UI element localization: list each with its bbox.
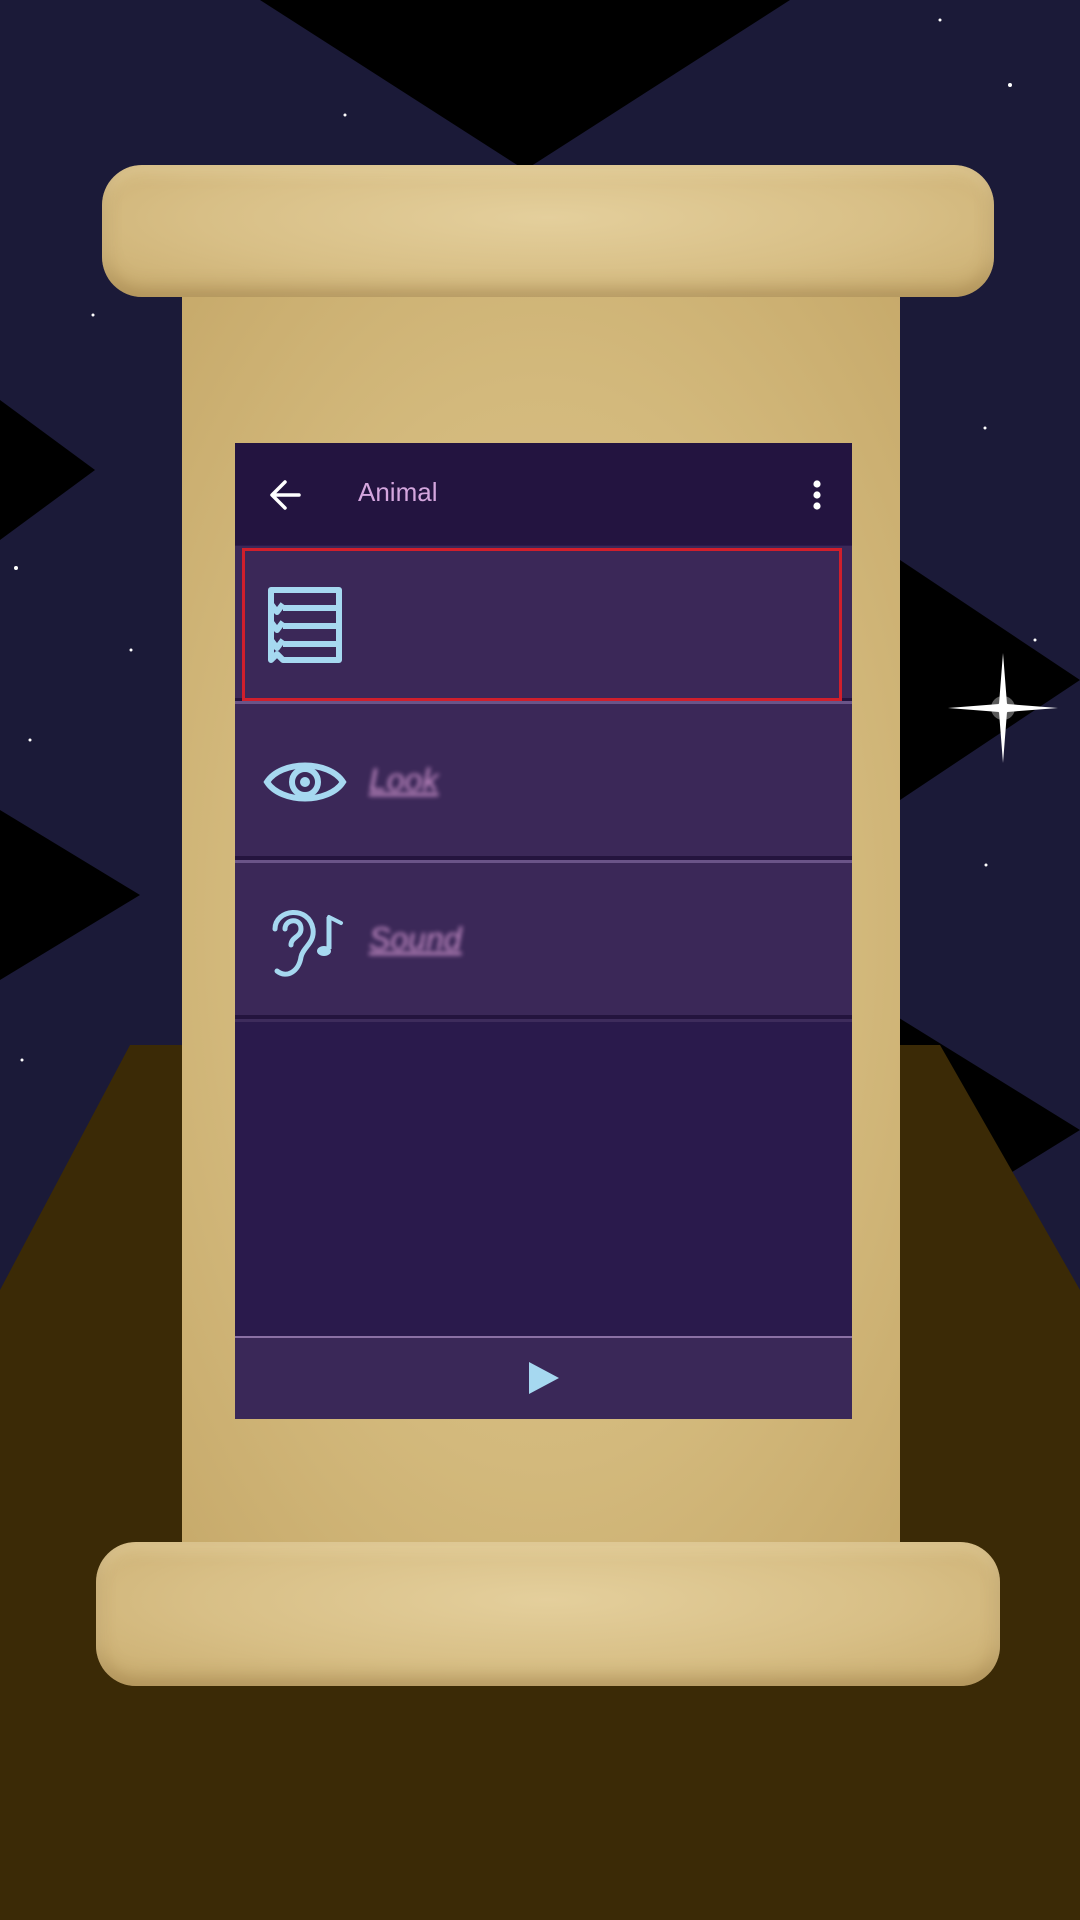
divider	[235, 1019, 852, 1022]
back-button[interactable]	[259, 469, 311, 521]
list-item-checklist[interactable]	[235, 546, 852, 704]
page-title: Animal	[358, 477, 438, 507]
list-item-look[interactable]: Look	[235, 704, 852, 862]
list-item-label: Look	[369, 762, 439, 798]
list-item-sound[interactable]: Sound	[235, 863, 852, 1021]
more-options-button[interactable]	[801, 469, 833, 521]
ear-music-icon	[272, 910, 343, 977]
scroll-top-roll	[102, 165, 994, 297]
toolbar: Animal	[235, 443, 852, 545]
play-icon	[529, 1362, 559, 1394]
list-item-label: Sound	[369, 921, 462, 957]
scroll-bottom-roll	[96, 1542, 1000, 1686]
app-panel: Animal Look Sound	[235, 443, 852, 1419]
list-checklist-icon	[268, 587, 342, 663]
bottom-bar	[235, 1336, 852, 1419]
more-vertical-icon	[813, 480, 821, 510]
arrow-left-icon	[270, 480, 301, 510]
eye-icon	[263, 762, 347, 802]
play-button[interactable]	[523, 1358, 563, 1398]
